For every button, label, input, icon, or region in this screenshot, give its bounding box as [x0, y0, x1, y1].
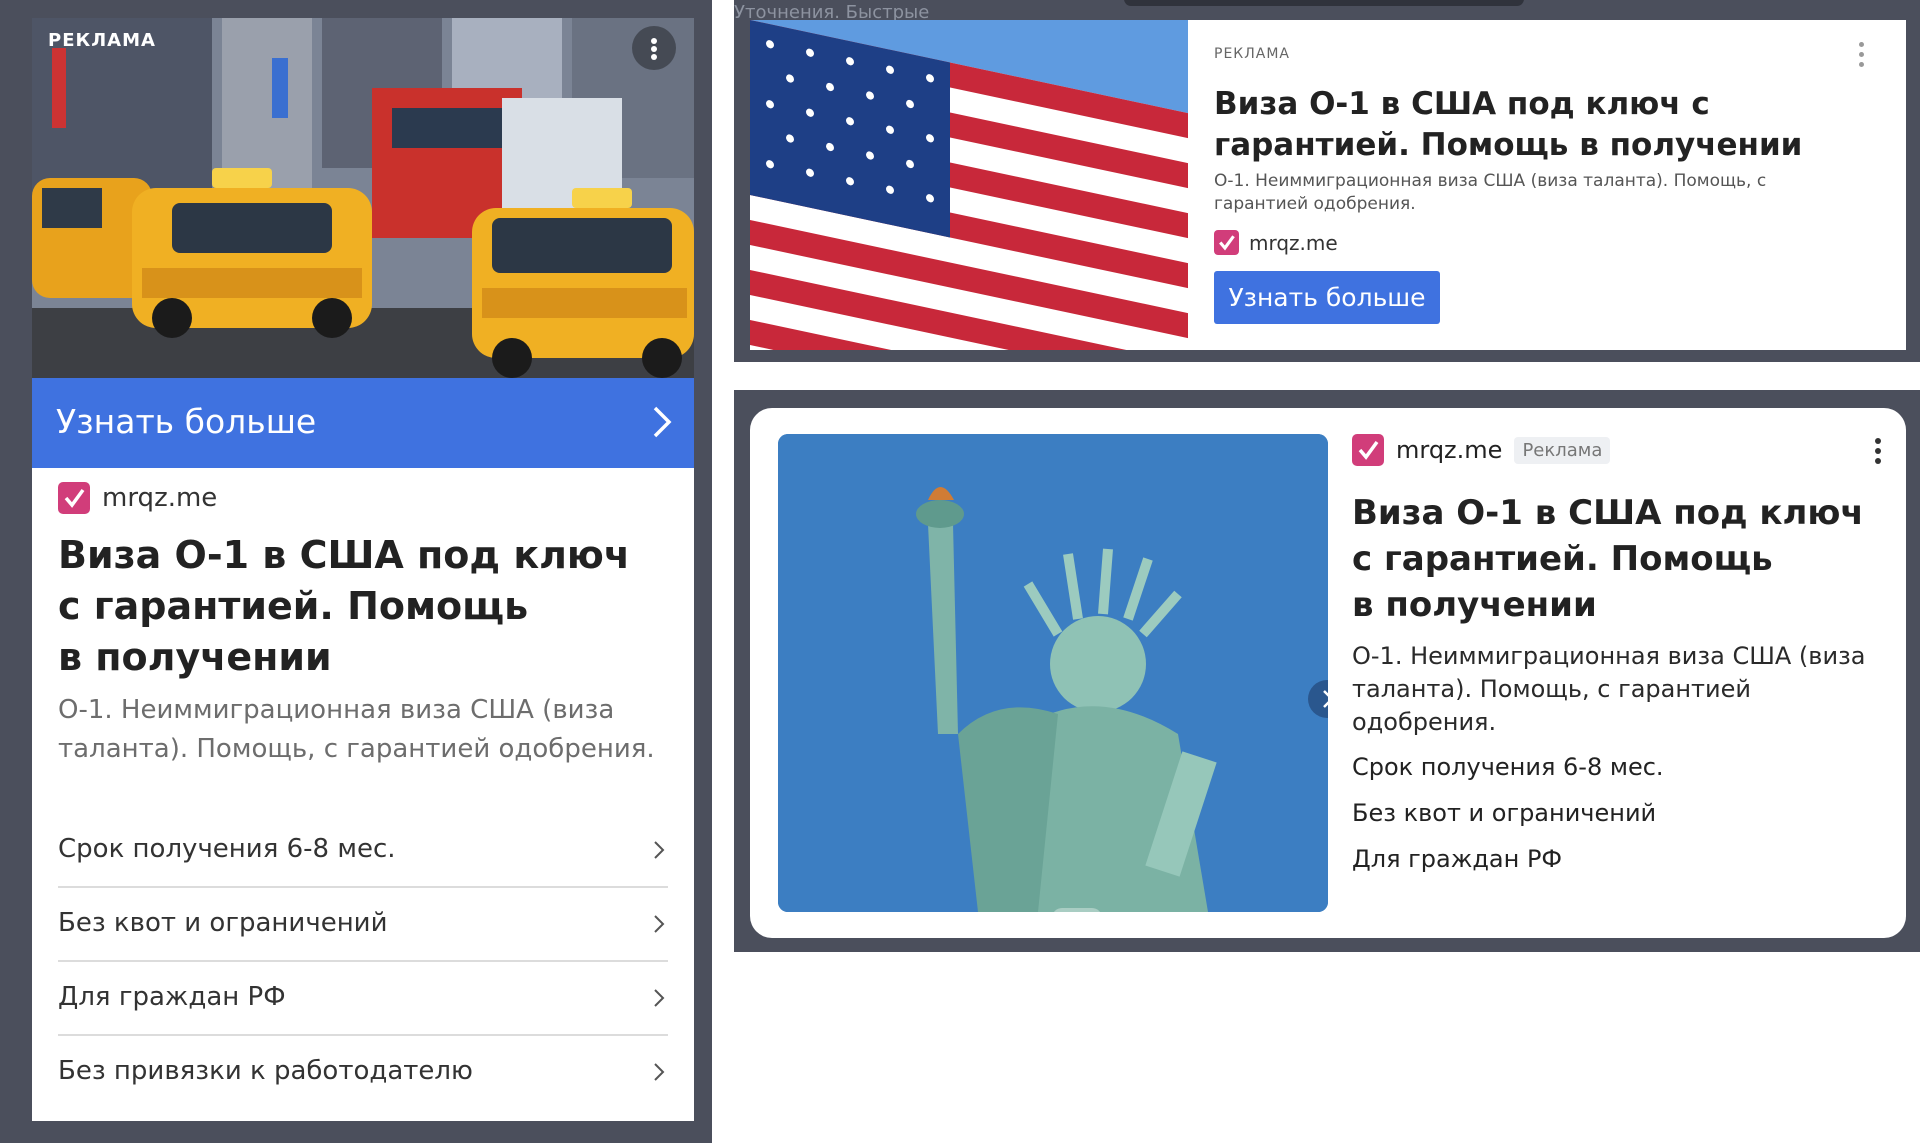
ad-image-taxis[interactable]: РЕКЛАМА: [32, 18, 694, 378]
more-vertical-icon[interactable]: [632, 26, 676, 70]
next-slide-button[interactable]: [1308, 680, 1328, 718]
sitelink-label: Без квот и ограничений: [58, 908, 388, 938]
ad-label: РЕКЛАМА: [1214, 46, 1290, 62]
feature-item[interactable]: Срок получения 6-8 мес.: [1352, 753, 1664, 781]
checkmark-icon: [58, 482, 90, 514]
ad-label: РЕКЛАМА: [48, 30, 156, 51]
domain-text: mrqz.me: [102, 483, 218, 513]
sitelinks: Срок получения 6-8 мес. Без квот и огран…: [58, 814, 668, 1110]
domain-text: mrqz.me: [1249, 230, 1338, 255]
chevron-right-icon: [1323, 690, 1328, 708]
title-line: с гарантией. Помощь: [1352, 539, 1773, 579]
title-line: в получении: [1352, 585, 1597, 625]
title-line: Виза О-1 в США под ключ: [1352, 493, 1864, 533]
us-flag-illustration: [750, 20, 1188, 350]
advertiser-domain[interactable]: mrqz.me Реклама: [1352, 434, 1611, 466]
carousel-pager[interactable]: [1052, 908, 1102, 912]
checkmark-icon: [1214, 230, 1239, 255]
ad-title[interactable]: Виза О-1 в США под ключ с гарантией. Пом…: [58, 530, 658, 683]
learn-more-bar[interactable]: Узнать больше: [32, 378, 694, 468]
sitelink[interactable]: Срок получения 6-8 мес.: [58, 814, 668, 888]
more-vertical-icon[interactable]: [1868, 434, 1888, 468]
sitelink-label: Срок получения 6-8 мес.: [58, 834, 396, 864]
chevron-right-icon: [654, 841, 665, 859]
sitelink-label: Без привязки к работодателю: [58, 1056, 473, 1086]
chevron-right-icon: [654, 915, 665, 933]
ad-mobile-card[interactable]: РЕКЛАМА Узнать больше mrqz.me Виза О-1 в…: [32, 18, 694, 1121]
chevron-right-icon: [653, 406, 672, 438]
sitelink[interactable]: Без привязки к работодателю: [58, 1036, 668, 1110]
sitelink[interactable]: Без квот и ограничений: [58, 888, 668, 962]
ad-description: О-1. Неиммиграционная виза США (виза тал…: [58, 695, 655, 764]
more-vertical-icon[interactable]: [1852, 38, 1872, 72]
learn-more-label: Узнать больше: [56, 402, 317, 441]
ad-image-us-flag[interactable]: [750, 20, 1188, 350]
advertiser-domain[interactable]: mrqz.me: [58, 482, 217, 514]
chevron-right-icon: [654, 989, 665, 1007]
ad-title[interactable]: Виза О-1 в США под ключ с гарантией. Пом…: [1352, 490, 1882, 628]
domain-text: mrqz.me: [1396, 436, 1503, 464]
ad-carousel-card[interactable]: mrqz.me Реклама Виза О-1 в США под ключ …: [750, 408, 1906, 938]
statue-of-liberty-illustration: [778, 434, 1328, 912]
sitelink-label: Для граждан РФ: [58, 982, 286, 1012]
ad-title[interactable]: Виза О-1 в США под ключ с гарантией. Пом…: [1214, 84, 1874, 166]
learn-more-button[interactable]: Узнать больше: [1214, 271, 1440, 324]
title-line: с гарантией. Помощь: [58, 584, 529, 628]
advertiser-domain[interactable]: mrqz.me: [1214, 230, 1338, 255]
ad-horizontal-banner[interactable]: РЕКЛАМА Виза О-1 в США под ключ с гарант…: [750, 20, 1906, 350]
sitelink[interactable]: Для граждан РФ: [58, 962, 668, 1036]
backdrop-tab: [1124, 0, 1524, 6]
feature-item[interactable]: Без квот и ограничений: [1352, 799, 1656, 827]
ad-image-statue-of-liberty[interactable]: [778, 434, 1328, 912]
title-line: Виза О-1 в США под ключ: [58, 533, 630, 577]
ad-description: О-1. Неиммиграционная виза США (виза тал…: [1214, 171, 1767, 214]
taxis-illustration: [32, 18, 694, 378]
ad-description: О-1. Неиммиграционная виза США (виза тал…: [1352, 642, 1866, 736]
ad-badge: Реклама: [1514, 436, 1611, 464]
feature-item[interactable]: Для граждан РФ: [1352, 845, 1562, 873]
checkmark-icon: [1352, 434, 1384, 466]
chevron-right-icon: [654, 1063, 665, 1081]
title-line: в получении: [58, 635, 332, 679]
